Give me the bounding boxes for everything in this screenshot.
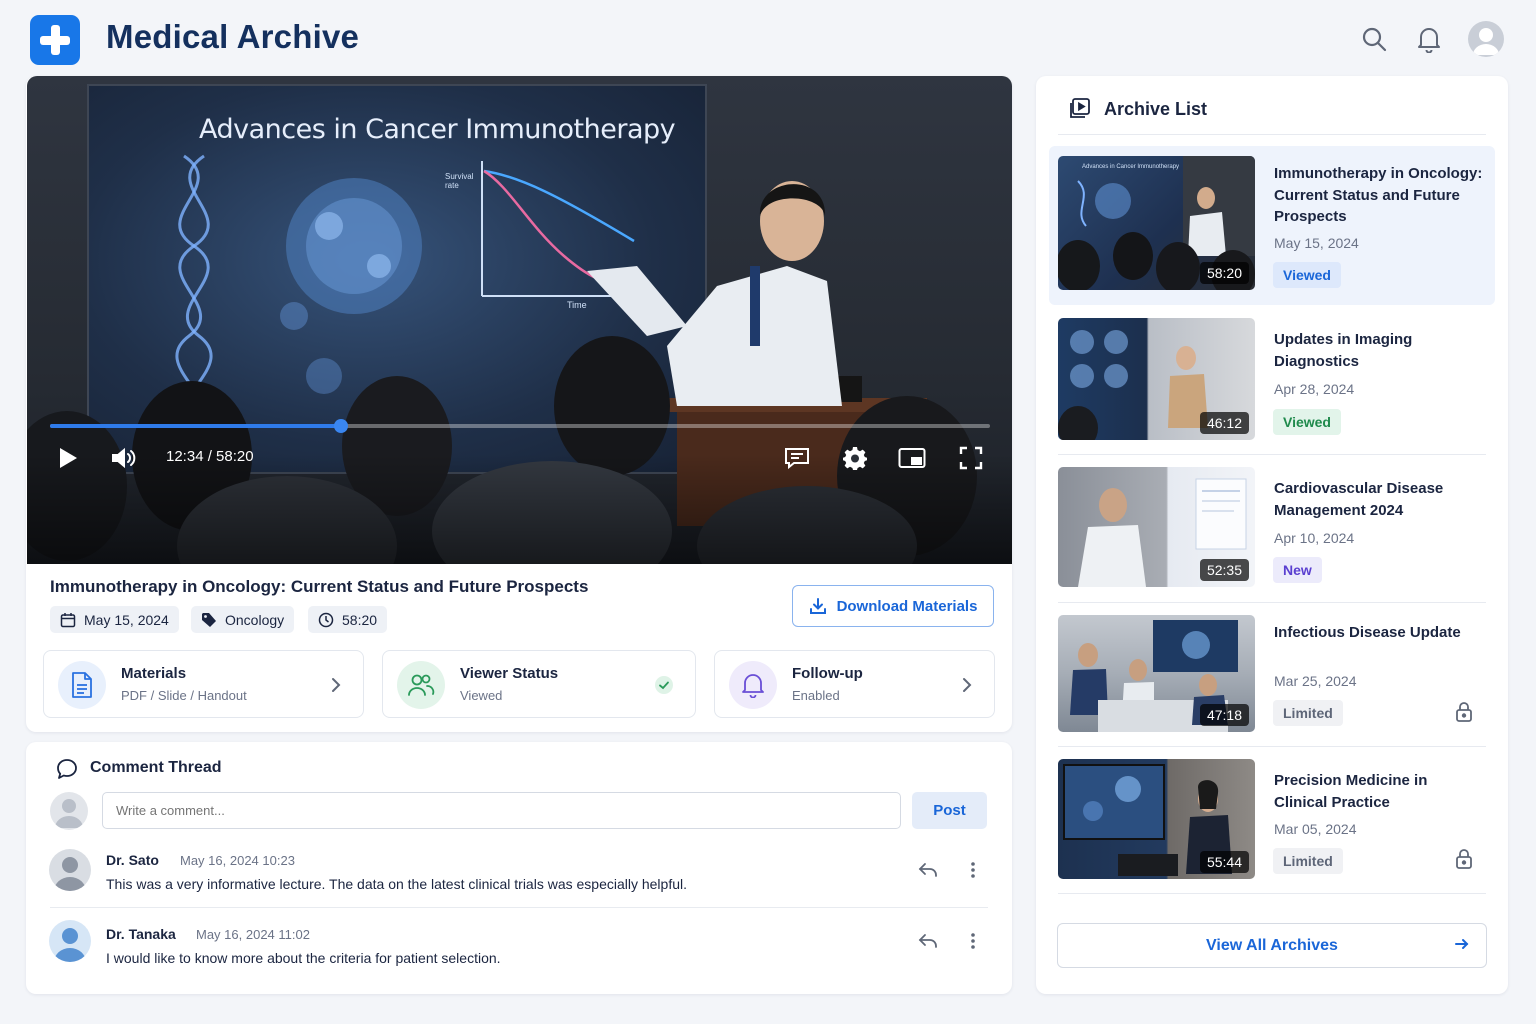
- more-options-icon[interactable]: [961, 929, 985, 953]
- more-options-icon[interactable]: [961, 858, 985, 882]
- follow-up-card[interactable]: Follow-up Enabled: [714, 650, 995, 718]
- archive-item-date: Apr 10, 2024: [1274, 530, 1355, 546]
- archive-item-date: Apr 28, 2024: [1274, 381, 1355, 397]
- user-avatar[interactable]: [1468, 21, 1504, 57]
- calendar-icon: [60, 612, 76, 627]
- archive-item-title[interactable]: Precision Medicine in Clinical Practice: [1274, 770, 1484, 813]
- avatar: [49, 849, 91, 891]
- arrow-right-icon: [1454, 936, 1470, 957]
- materials-sub: PDF / Slide / Handout: [121, 688, 247, 703]
- post-button[interactable]: Post: [912, 792, 987, 829]
- archive-thumbnail[interactable]: 47:18: [1058, 615, 1255, 732]
- picture-in-picture-icon[interactable]: [898, 444, 926, 472]
- app-logo: [30, 15, 80, 65]
- time-display: 12:34 / 58:20: [166, 448, 254, 465]
- video-category: Oncology: [225, 611, 285, 628]
- archive-item-title[interactable]: Infectious Disease Update: [1274, 622, 1484, 644]
- video-list-icon: [1069, 97, 1091, 124]
- thumbnail-duration: 55:44: [1199, 851, 1249, 873]
- bell-icon[interactable]: [1412, 22, 1446, 56]
- archive-item-title[interactable]: Updates in Imaging Diagnostics: [1274, 329, 1484, 372]
- status-badge: New: [1273, 557, 1322, 583]
- status-badge: Limited: [1273, 848, 1343, 874]
- download-materials-button[interactable]: Download Materials: [792, 585, 994, 627]
- materials-card[interactable]: Materials PDF / Slide / Handout: [43, 650, 364, 718]
- view-all-label: View All Archives: [1206, 936, 1338, 954]
- archive-thumbnail[interactable]: 46:12: [1058, 318, 1255, 440]
- status-badge: Limited: [1273, 700, 1343, 726]
- volume-icon[interactable]: [110, 444, 138, 472]
- video-title: Immunotherapy in Oncology: Current Statu…: [50, 577, 589, 596]
- archive-item-date: Mar 05, 2024: [1274, 821, 1357, 837]
- follow-up-sub: Enabled: [792, 688, 840, 703]
- archive-thumbnail[interactable]: Advances in Cancer Immunotherapy 58:20: [1058, 156, 1255, 290]
- duration-chip: 58:20: [308, 606, 388, 633]
- fullscreen-icon[interactable]: [957, 444, 985, 472]
- thumbnail-duration: 52:35: [1199, 559, 1249, 581]
- reply-icon[interactable]: [916, 929, 940, 953]
- captions-icon[interactable]: [783, 444, 811, 472]
- comment-date: May 16, 2024 11:02: [196, 927, 310, 942]
- play-icon[interactable]: [54, 444, 82, 472]
- comment-divider: [50, 907, 988, 908]
- comment-thread-title: Comment Thread: [90, 759, 222, 776]
- divider: [1058, 893, 1486, 894]
- chat-bubble-icon: [56, 758, 78, 785]
- download-icon: [809, 598, 826, 614]
- search-icon[interactable]: [1357, 22, 1391, 56]
- bell-outline-icon: [729, 661, 777, 709]
- archive-item-title[interactable]: Immunotherapy in Oncology: Current Statu…: [1274, 163, 1484, 228]
- thumbnail-duration: 58:20: [1199, 262, 1249, 284]
- follow-up-title: Follow-up: [792, 665, 863, 682]
- date-chip: May 15, 2024: [50, 606, 179, 633]
- divider: [1058, 746, 1486, 747]
- status-badge: Viewed: [1273, 409, 1341, 435]
- thumbnail-duration: 46:12: [1199, 412, 1249, 434]
- status-badge: Viewed: [1273, 262, 1341, 288]
- progress-bar[interactable]: [50, 419, 990, 433]
- chevron-right-icon: [957, 675, 977, 695]
- viewer-status-card: Viewer Status Viewed: [382, 650, 696, 718]
- document-icon: [58, 661, 106, 709]
- video-duration: 58:20: [342, 611, 378, 628]
- archive-thumbnail[interactable]: 55:44: [1058, 759, 1255, 879]
- avatar: [49, 920, 91, 962]
- app-title: Medical Archive: [106, 18, 360, 55]
- archive-list-title: Archive List: [1104, 99, 1208, 119]
- archive-thumbnail[interactable]: 52:35: [1058, 467, 1255, 587]
- divider: [1058, 602, 1486, 603]
- users-icon: [397, 661, 445, 709]
- archive-item-date: May 15, 2024: [1274, 235, 1359, 251]
- comment-text: This was a very informative lecture. The…: [106, 876, 688, 892]
- chevron-right-icon: [326, 675, 346, 695]
- clock-icon: [318, 612, 334, 627]
- viewer-status-sub: Viewed: [460, 688, 503, 703]
- reply-icon[interactable]: [916, 858, 940, 882]
- archive-item-date: Mar 25, 2024: [1274, 673, 1357, 689]
- divider: [1058, 454, 1486, 455]
- comment-author: Dr. Sato: [106, 852, 159, 868]
- lock-icon: [1454, 701, 1474, 723]
- materials-title: Materials: [121, 665, 187, 682]
- lock-icon: [1454, 848, 1474, 870]
- divider: [1058, 134, 1486, 135]
- comment-author: Dr. Tanaka: [106, 926, 176, 942]
- current-user-avatar: [50, 792, 88, 830]
- check-icon: [654, 675, 674, 695]
- video-player[interactable]: Advances in Cancer Immunotherapy Surviva…: [27, 76, 1012, 564]
- thumbnail-duration: 47:18: [1199, 704, 1249, 726]
- comment-text: I would like to know more about the crit…: [106, 950, 501, 966]
- tag-icon: [202, 612, 216, 627]
- comment-date: May 16, 2024 10:23: [180, 853, 295, 868]
- category-chip[interactable]: Oncology: [191, 606, 295, 633]
- settings-icon[interactable]: [841, 444, 869, 472]
- view-all-archives-button[interactable]: View All Archives: [1057, 923, 1487, 968]
- video-date: May 15, 2024: [84, 611, 169, 628]
- comment-input[interactable]: [102, 792, 901, 829]
- progress-fill: [50, 424, 342, 428]
- download-label: Download Materials: [836, 597, 978, 615]
- archive-item-title[interactable]: Cardiovascular Disease Management 2024: [1274, 478, 1484, 521]
- viewer-status-title: Viewer Status: [460, 665, 559, 682]
